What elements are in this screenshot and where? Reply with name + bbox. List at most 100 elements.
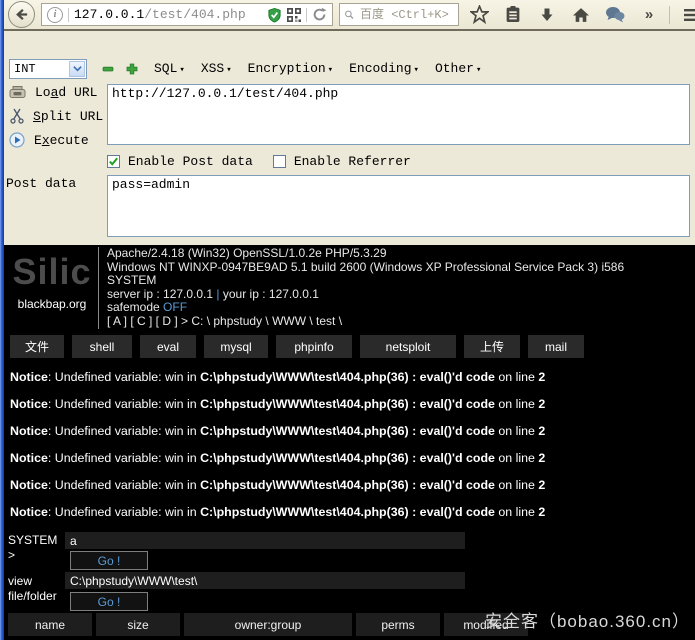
hackbar-url-field[interactable]: http://127.0.0.1/test/404.php	[107, 84, 690, 145]
download-arrow-icon	[539, 7, 555, 23]
hackbar-menu-item[interactable]: Encoding ▾	[349, 61, 419, 76]
view-path-input[interactable]	[65, 572, 465, 589]
caret-down-icon: ▾	[328, 65, 333, 75]
back-arrow-icon	[14, 7, 29, 22]
shield-security-icon[interactable]	[267, 7, 282, 23]
command-go-button[interactable]: Go !	[70, 551, 148, 570]
back-button[interactable]	[8, 1, 35, 28]
bookmarks-menu-button[interactable]	[501, 3, 525, 27]
shell-nav-button-label: 上传	[480, 338, 504, 355]
caret-down-icon: ▾	[414, 65, 419, 75]
view-go-button[interactable]: Go !	[70, 592, 148, 611]
checkmark-icon	[108, 156, 119, 167]
menu-label: Other	[435, 61, 474, 76]
hackbar-menus: SQL ▾ XSS ▾ Encryption ▾ Encoding ▾ Othe…	[138, 61, 481, 76]
hackbar-menu-item[interactable]: SQL ▾	[154, 61, 185, 76]
caret-down-icon: ▾	[226, 65, 231, 75]
enable-post-checkbox[interactable]	[107, 155, 120, 168]
hackbar-mode-select[interactable]: INT	[9, 59, 87, 79]
hackbar-menu-item[interactable]: Other ▾	[435, 61, 481, 76]
shell-nav-button-label: phpinfo	[294, 340, 333, 354]
menu-label: SQL	[154, 61, 177, 76]
hackbar-mode-value: INT	[10, 62, 69, 76]
info-user: SYSTEM	[107, 274, 624, 288]
hackbar-toolbar: INT SQL ▾ XSS ▾ Encryption	[4, 55, 695, 82]
drive-links[interactable]: [ A ] [ C ] [ D ]	[107, 314, 178, 328]
split-url-button[interactable]: Split URL	[10, 108, 103, 124]
menu-label: XSS	[201, 61, 224, 76]
shell-nav-button[interactable]: 上传	[464, 335, 520, 358]
hackbar-menu-item[interactable]: Encryption ▾	[248, 61, 333, 76]
shell-nav-button[interactable]: mail	[528, 335, 584, 358]
current-path[interactable]: > C: \ phpstudy \ WWW \ test \	[178, 314, 342, 328]
shell-nav-button-label: mysql	[220, 340, 251, 354]
execute-button[interactable]: Execute	[9, 132, 89, 148]
url-bar[interactable]: i 127.0.0.1/test/404.php	[41, 3, 333, 26]
shell-logo: Silic	[8, 251, 96, 293]
url-text: 127.0.0.1/test/404.php	[74, 7, 262, 22]
page-info-icon[interactable]: i	[47, 7, 63, 23]
browser-window: i 127.0.0.1/test/404.php	[0, 0, 695, 640]
shell-nav-button[interactable]: shell	[72, 335, 132, 358]
shell-nav-button[interactable]: netsploit	[360, 335, 456, 358]
load-url-label: Load URL	[35, 85, 97, 100]
table-header-cell: size	[96, 613, 180, 636]
table-header-label: perms	[381, 618, 414, 632]
enable-referrer-checkbox[interactable]	[273, 155, 286, 168]
divider	[669, 6, 670, 24]
downloads-button[interactable]	[535, 3, 559, 27]
table-header-cell: owner:group	[184, 613, 352, 636]
hackbar-remove-button[interactable]	[102, 63, 114, 75]
overflow-menu-button[interactable]: »	[637, 3, 661, 27]
execute-play-icon	[9, 132, 25, 148]
chevron-down-icon	[73, 65, 82, 72]
shell-logo-block: Silic blackbap.org	[8, 247, 96, 329]
post-data-label: Post data	[6, 176, 76, 191]
shell-header: Silic blackbap.org Apache/2.4.18 (Win32)…	[8, 247, 691, 329]
php-notice-row: Notice: Undefined variable: win in C:\ph…	[10, 391, 545, 418]
shell-nav-button-label: eval	[157, 340, 179, 354]
load-url-icon	[9, 85, 26, 100]
star-icon	[470, 5, 489, 24]
command-input[interactable]	[65, 532, 465, 549]
window-left-border	[0, 0, 4, 640]
search-bar[interactable]	[339, 3, 459, 26]
php-notice-row: Notice: Undefined variable: win in C:\ph…	[10, 499, 545, 526]
app-menu-button[interactable]	[680, 3, 695, 27]
view-file-label: view file/folder	[8, 574, 57, 604]
search-input[interactable]	[358, 7, 454, 23]
divider	[68, 8, 69, 22]
shell-nav-button-label: netsploit	[386, 340, 431, 354]
double-chevron-icon: »	[645, 6, 653, 23]
table-header-cell: perms	[356, 613, 440, 636]
qr-code-icon[interactable]	[287, 8, 301, 22]
dropdown-button[interactable]	[69, 61, 85, 77]
table-header-label: owner:group	[235, 618, 302, 632]
info-safemode: safemode OFF	[107, 301, 624, 315]
bookmark-star-button[interactable]	[467, 3, 491, 27]
shell-nav-button-label: shell	[90, 340, 115, 354]
home-button[interactable]	[569, 3, 593, 27]
php-notice-row: Notice: Undefined variable: win in C:\ph…	[10, 445, 545, 472]
shell-nav-button[interactable]: eval	[140, 335, 196, 358]
php-notice-row: Notice: Undefined variable: win in C:\ph…	[10, 364, 545, 391]
shell-nav-button[interactable]: phpinfo	[276, 335, 352, 358]
browser-toolbar: i 127.0.0.1/test/404.php	[4, 0, 695, 31]
url-path: /test/404.php	[144, 7, 245, 22]
info-os: Windows NT WINXP-0947BE9AD 5.1 build 260…	[107, 261, 624, 275]
shell-nav-button[interactable]: mysql	[204, 335, 268, 358]
search-icon	[344, 8, 354, 21]
chat-button[interactable]	[603, 3, 627, 27]
clipboard-icon	[505, 6, 521, 23]
hackbar-post-data-field[interactable]: pass=admin	[107, 175, 690, 237]
shell-nav-button[interactable]: 文件	[10, 335, 64, 358]
hackbar-add-button[interactable]	[126, 63, 138, 75]
load-url-button[interactable]: Load URL	[9, 85, 97, 100]
reload-icon[interactable]	[312, 7, 327, 22]
info-apache: Apache/2.4.18 (Win32) OpenSSL/1.0.2e PHP…	[107, 247, 624, 261]
hackbar-menu-item[interactable]: XSS ▾	[201, 61, 232, 76]
split-url-label: Split URL	[33, 109, 103, 124]
shell-server-info: Apache/2.4.18 (Win32) OpenSSL/1.0.2e PHP…	[98, 247, 624, 329]
chat-bubbles-icon	[605, 6, 625, 23]
table-header-label: name	[35, 618, 65, 632]
